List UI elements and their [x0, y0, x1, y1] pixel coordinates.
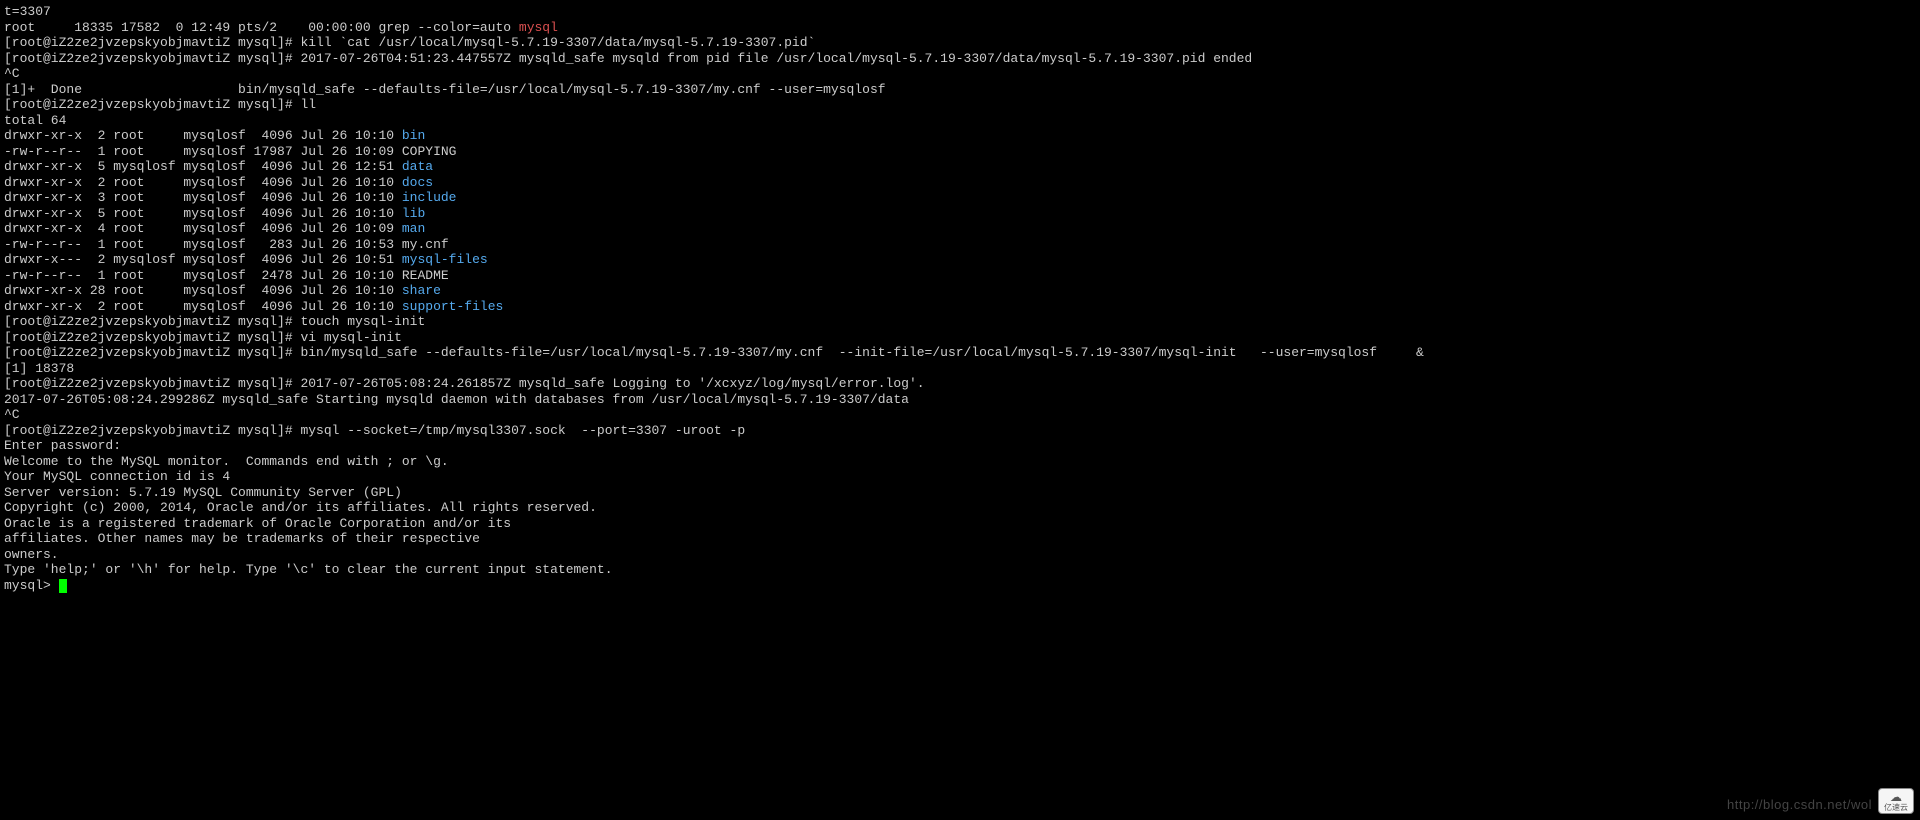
terminal-line: root 18335 17582 0 12:49 pts/2 00:00:00 … — [4, 20, 1916, 36]
terminal-text-segment: drwxr-xr-x 5 mysqlosf mysqlosf 4096 Jul … — [4, 159, 402, 174]
terminal-line: drwxr-x--- 2 mysqlosf mysqlosf 4096 Jul … — [4, 252, 1916, 268]
terminal-line: Welcome to the MySQL monitor. Commands e… — [4, 454, 1916, 470]
terminal-text-segment: -rw-r--r-- 1 root mysqlosf 17987 Jul 26 … — [4, 144, 456, 159]
terminal-text-segment: bin — [402, 128, 425, 143]
terminal-text-segment: [root@iZ2ze2jvzepskyobjmavtiZ mysql]# ki… — [4, 35, 815, 50]
terminal-line: Your MySQL connection id is 4 — [4, 469, 1916, 485]
terminal-text-segment: include — [402, 190, 457, 205]
terminal-line: [root@iZ2ze2jvzepskyobjmavtiZ mysql]# my… — [4, 423, 1916, 439]
terminal-text-segment: drwxr-xr-x 3 root mysqlosf 4096 Jul 26 1… — [4, 190, 402, 205]
terminal-text-segment: t=3307 — [4, 4, 51, 19]
terminal-text-segment: [root@iZ2ze2jvzepskyobjmavtiZ mysql]# vi… — [4, 330, 402, 345]
terminal-text-segment: Copyright (c) 2000, 2014, Oracle and/or … — [4, 500, 597, 515]
terminal-text-segment: share — [402, 283, 441, 298]
terminal-text-segment: -rw-r--r-- 1 root mysqlosf 2478 Jul 26 1… — [4, 268, 449, 283]
terminal-line: [root@iZ2ze2jvzepskyobjmavtiZ mysql]# bi… — [4, 345, 1916, 361]
terminal-line: Type 'help;' or '\h' for help. Type '\c'… — [4, 562, 1916, 578]
terminal-text-segment: mysql> — [4, 578, 59, 593]
terminal-text-segment: [root@iZ2ze2jvzepskyobjmavtiZ mysql]# ll — [4, 97, 316, 112]
terminal-text-segment: drwxr-xr-x 4 root mysqlosf 4096 Jul 26 1… — [4, 221, 402, 236]
terminal-line: Enter password: — [4, 438, 1916, 454]
terminal-text-segment: 2017-07-26T05:08:24.299286Z mysqld_safe … — [4, 392, 909, 407]
terminal-text-segment: [root@iZ2ze2jvzepskyobjmavtiZ mysql]# 20… — [4, 376, 925, 391]
terminal-line: [root@iZ2ze2jvzepskyobjmavtiZ mysql]# to… — [4, 314, 1916, 330]
terminal-text-segment: [root@iZ2ze2jvzepskyobjmavtiZ mysql]# my… — [4, 423, 745, 438]
terminal-line: 2017-07-26T05:08:24.299286Z mysqld_safe … — [4, 392, 1916, 408]
terminal-line: -rw-r--r-- 1 root mysqlosf 17987 Jul 26 … — [4, 144, 1916, 160]
cloud-icon: ☁ — [1890, 791, 1902, 803]
cursor-icon — [59, 579, 67, 593]
terminal-output[interactable]: t=3307root 18335 17582 0 12:49 pts/2 00:… — [0, 0, 1920, 597]
terminal-text-segment: Oracle is a registered trademark of Orac… — [4, 516, 511, 531]
terminal-text-segment: docs — [402, 175, 433, 190]
terminal-line: total 64 — [4, 113, 1916, 129]
terminal-text-segment: mysql — [519, 20, 558, 35]
terminal-line: [root@iZ2ze2jvzepskyobjmavtiZ mysql]# 20… — [4, 376, 1916, 392]
terminal-text-segment: man — [402, 221, 425, 236]
watermark-text: http://blog.csdn.net/wol — [1727, 797, 1872, 813]
terminal-line: mysql> — [4, 578, 1916, 594]
terminal-text-segment: Welcome to the MySQL monitor. Commands e… — [4, 454, 449, 469]
terminal-line: [root@iZ2ze2jvzepskyobjmavtiZ mysql]# vi… — [4, 330, 1916, 346]
terminal-line: [root@iZ2ze2jvzepskyobjmavtiZ mysql]# 20… — [4, 51, 1916, 67]
terminal-line: drwxr-xr-x 5 mysqlosf mysqlosf 4096 Jul … — [4, 159, 1916, 175]
terminal-text-segment: root 18335 17582 0 12:49 pts/2 00:00:00 … — [4, 20, 519, 35]
terminal-text-segment: affiliates. Other names may be trademark… — [4, 531, 480, 546]
terminal-line: drwxr-xr-x 28 root mysqlosf 4096 Jul 26 … — [4, 283, 1916, 299]
terminal-line: [1] 18378 — [4, 361, 1916, 377]
terminal-text-segment: ^C — [4, 407, 20, 422]
terminal-text-segment: [root@iZ2ze2jvzepskyobjmavtiZ mysql]# bi… — [4, 345, 1424, 360]
terminal-text-segment: ^C — [4, 66, 20, 81]
terminal-text-segment: [root@iZ2ze2jvzepskyobjmavtiZ mysql]# 20… — [4, 51, 1252, 66]
terminal-text-segment: drwxr-xr-x 5 root mysqlosf 4096 Jul 26 1… — [4, 206, 402, 221]
terminal-text-segment: -rw-r--r-- 1 root mysqlosf 283 Jul 26 10… — [4, 237, 449, 252]
terminal-line: t=3307 — [4, 4, 1916, 20]
terminal-text-segment: data — [402, 159, 433, 174]
terminal-text-segment: [1]+ Done bin/mysqld_safe --defaults-fil… — [4, 82, 886, 97]
provider-badge: ☁ 亿速云 — [1878, 788, 1914, 814]
terminal-line: drwxr-xr-x 5 root mysqlosf 4096 Jul 26 1… — [4, 206, 1916, 222]
terminal-line: drwxr-xr-x 2 root mysqlosf 4096 Jul 26 1… — [4, 299, 1916, 315]
terminal-line: drwxr-xr-x 4 root mysqlosf 4096 Jul 26 1… — [4, 221, 1916, 237]
terminal-text-segment: [1] 18378 — [4, 361, 74, 376]
terminal-line: Oracle is a registered trademark of Orac… — [4, 516, 1916, 532]
terminal-line: owners. — [4, 547, 1916, 563]
terminal-text-segment: mysql-files — [402, 252, 488, 267]
terminal-text-segment: drwxr-xr-x 2 root mysqlosf 4096 Jul 26 1… — [4, 299, 402, 314]
terminal-text-segment: Server version: 5.7.19 MySQL Community S… — [4, 485, 402, 500]
terminal-text-segment: owners. — [4, 547, 59, 562]
terminal-line: Copyright (c) 2000, 2014, Oracle and/or … — [4, 500, 1916, 516]
terminal-text-segment: lib — [402, 206, 425, 221]
terminal-text-segment: drwxr-xr-x 28 root mysqlosf 4096 Jul 26 … — [4, 283, 402, 298]
terminal-line: drwxr-xr-x 2 root mysqlosf 4096 Jul 26 1… — [4, 128, 1916, 144]
terminal-line: [root@iZ2ze2jvzepskyobjmavtiZ mysql]# ki… — [4, 35, 1916, 51]
terminal-text-segment: drwxr-xr-x 2 root mysqlosf 4096 Jul 26 1… — [4, 175, 402, 190]
terminal-line: affiliates. Other names may be trademark… — [4, 531, 1916, 547]
badge-label: 亿速云 — [1884, 803, 1908, 812]
terminal-text-segment: total 64 — [4, 113, 66, 128]
terminal-line: ^C — [4, 407, 1916, 423]
terminal-text-segment: drwxr-xr-x 2 root mysqlosf 4096 Jul 26 1… — [4, 128, 402, 143]
terminal-line: drwxr-xr-x 3 root mysqlosf 4096 Jul 26 1… — [4, 190, 1916, 206]
terminal-text-segment: Your MySQL connection id is 4 — [4, 469, 230, 484]
terminal-line: Server version: 5.7.19 MySQL Community S… — [4, 485, 1916, 501]
terminal-line: [1]+ Done bin/mysqld_safe --defaults-fil… — [4, 82, 1916, 98]
terminal-text-segment: drwxr-x--- 2 mysqlosf mysqlosf 4096 Jul … — [4, 252, 402, 267]
terminal-line: -rw-r--r-- 1 root mysqlosf 2478 Jul 26 1… — [4, 268, 1916, 284]
terminal-line: -rw-r--r-- 1 root mysqlosf 283 Jul 26 10… — [4, 237, 1916, 253]
terminal-text-segment: Type 'help;' or '\h' for help. Type '\c'… — [4, 562, 613, 577]
terminal-text-segment: [root@iZ2ze2jvzepskyobjmavtiZ mysql]# to… — [4, 314, 425, 329]
terminal-line: ^C — [4, 66, 1916, 82]
terminal-text-segment: Enter password: — [4, 438, 121, 453]
terminal-line: [root@iZ2ze2jvzepskyobjmavtiZ mysql]# ll — [4, 97, 1916, 113]
terminal-line: drwxr-xr-x 2 root mysqlosf 4096 Jul 26 1… — [4, 175, 1916, 191]
terminal-text-segment: support-files — [402, 299, 503, 314]
